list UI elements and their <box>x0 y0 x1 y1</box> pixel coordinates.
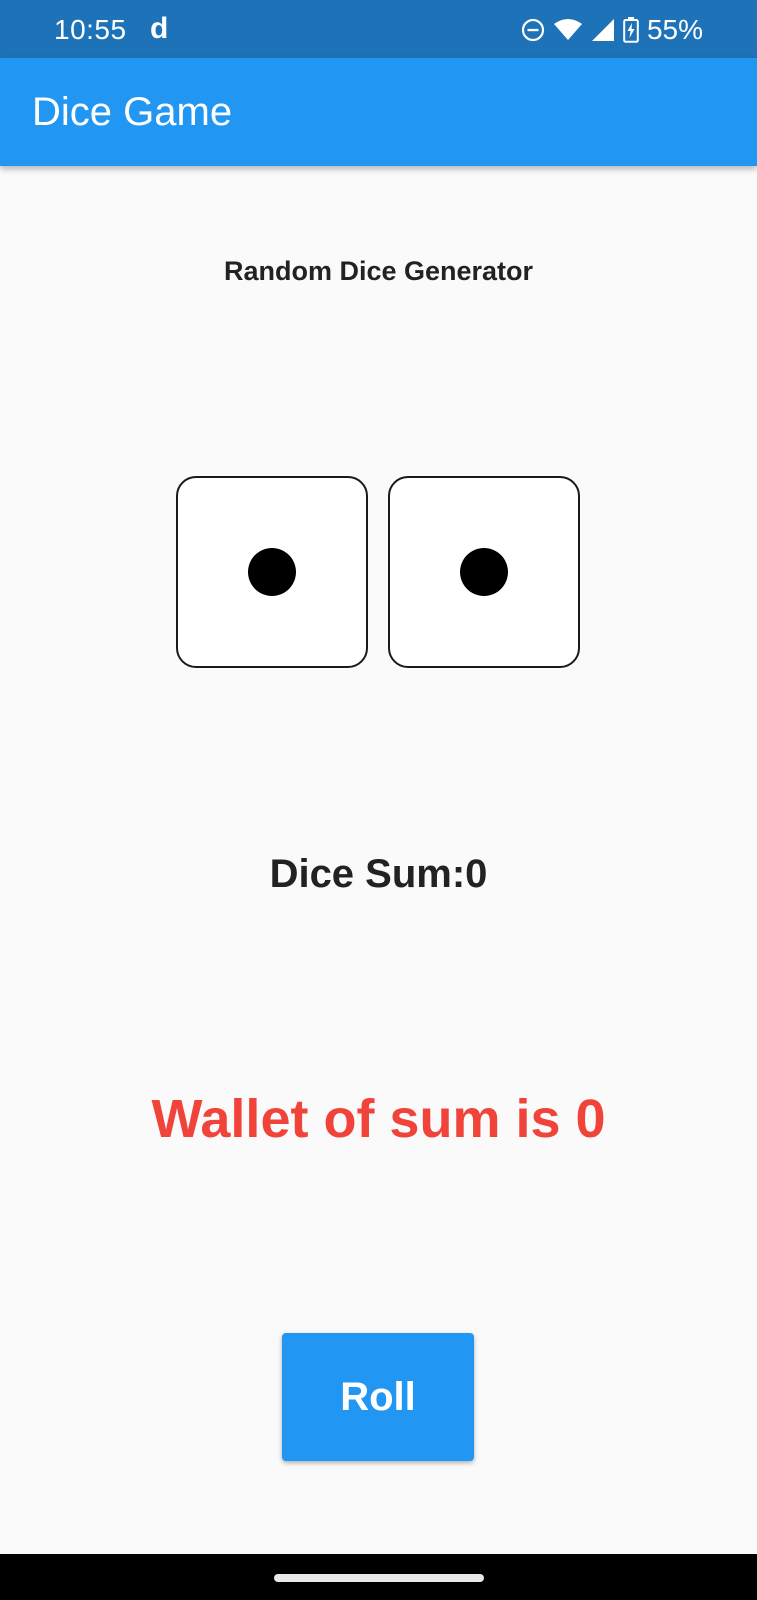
battery-charging-icon <box>623 17 639 43</box>
notification-icon: d <box>150 12 169 45</box>
wifi-icon <box>553 18 583 42</box>
roll-button[interactable]: Roll <box>282 1333 474 1461</box>
battery-percent: 55% <box>646 14 703 45</box>
status-icons: 55% <box>521 14 703 46</box>
die-2 <box>388 476 580 668</box>
app-title: Dice Game <box>32 90 233 134</box>
dice-row <box>176 476 582 670</box>
subtitle: Random Dice Generator <box>223 256 534 286</box>
navigation-bar <box>0 1554 757 1600</box>
die-pip <box>460 548 508 596</box>
home-indicator[interactable] <box>274 1574 484 1582</box>
app-bar: Dice Game <box>0 58 757 166</box>
status-bar: 10:55 d 55% <box>0 0 757 58</box>
roll-button-label: Roll <box>340 1374 416 1419</box>
dice-sum: Dice Sum:0 <box>269 852 488 896</box>
cell-signal-icon <box>591 18 615 42</box>
die-1 <box>176 476 368 668</box>
die-pip <box>248 548 296 596</box>
do-not-disturb-icon <box>521 18 545 42</box>
status-time: 10:55 <box>54 14 127 45</box>
wallet-text: Wallet of sum is 0 <box>151 1089 606 1149</box>
